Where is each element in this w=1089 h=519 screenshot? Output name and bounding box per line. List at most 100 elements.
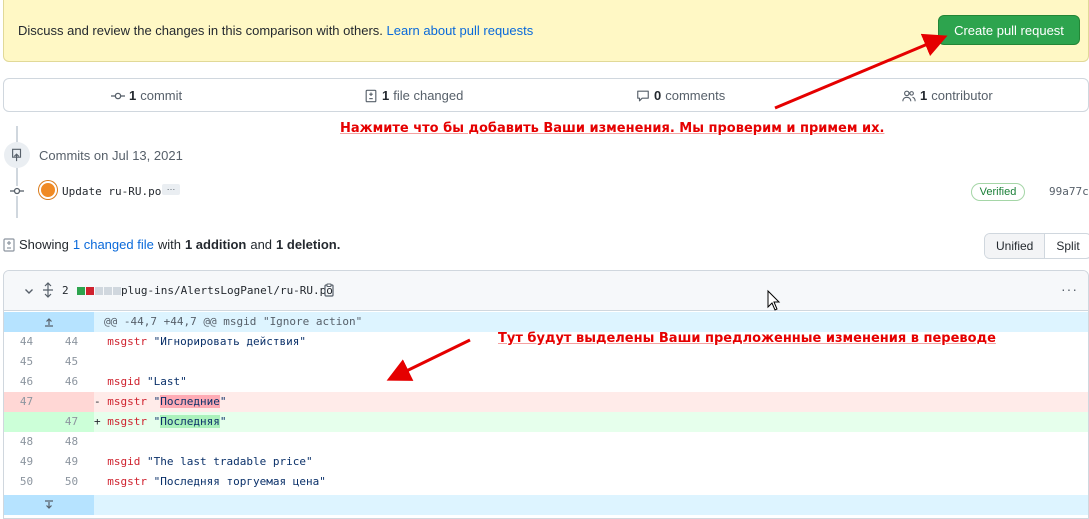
diff-line-context: 46 46 msgid "Last" [4, 372, 1088, 392]
showing-with: with [157, 237, 181, 252]
diffstat-neutral [113, 287, 121, 295]
diffstat-add [77, 287, 85, 295]
new-line-number[interactable]: 50 [49, 472, 94, 492]
diff-sign [94, 355, 101, 368]
changed-files-link[interactable]: 1 changed file [73, 237, 154, 252]
po-keyword: msgid [107, 455, 141, 468]
compare-banner: Discuss and review the changes in this c… [3, 0, 1089, 62]
learn-pull-requests-link[interactable]: Learn about pull requests [387, 23, 534, 38]
files-label: file changed [393, 88, 464, 103]
diff-sign: + [94, 415, 101, 428]
commit-expand-button[interactable]: … [162, 183, 180, 195]
diff-summary: Showing 1 changed file with 1 addition a… [3, 237, 340, 252]
files-count: 1 [382, 88, 390, 103]
changed-word: Последние [160, 395, 220, 408]
annotation-create-pr: Нажмите что бы добавить Ваши изменения. … [340, 121, 885, 136]
file-diff-icon [365, 89, 377, 102]
old-line-number[interactable]: 47 [4, 392, 49, 412]
banner-text: Discuss and review the changes in this c… [18, 23, 533, 38]
diff-change-count: 2 [62, 284, 69, 297]
unified-view-button[interactable]: Unified [985, 234, 1046, 258]
file-options-kebab-icon[interactable]: ··· [1061, 281, 1078, 297]
commits-label: commit [140, 88, 183, 103]
commit-sha-link[interactable]: 99a77cf [1049, 185, 1089, 198]
diff-line-context: 49 49 msgid "The last tradable price" [4, 452, 1088, 472]
stat-commits[interactable]: 1 commit [111, 88, 182, 103]
contributors-label: contributor [931, 88, 993, 103]
code-line: msgid "Last" [94, 372, 187, 392]
code-line: msgid "The last tradable price" [94, 452, 313, 472]
diff-line-context: 45 45 [4, 352, 1088, 372]
old-line-number[interactable] [4, 412, 49, 432]
commit-message-link[interactable]: Update ru-RU.po [62, 185, 161, 198]
old-line-number[interactable]: 46 [4, 372, 49, 392]
copy-icon[interactable] [323, 283, 335, 297]
file-path-link[interactable]: plug-ins/AlertsLogPanel/ru-RU.po [121, 284, 333, 297]
comments-count: 0 [654, 88, 662, 103]
old-line-number[interactable]: 44 [4, 332, 49, 352]
timeline-line [16, 126, 18, 218]
author-avatar[interactable] [39, 181, 57, 199]
split-view-button[interactable]: Split [1045, 234, 1089, 258]
po-keyword: msgstr [107, 475, 147, 488]
diff-sign [94, 475, 101, 488]
po-keyword: msgstr [107, 335, 147, 348]
diff-sign [94, 455, 101, 468]
quote: " [219, 415, 227, 428]
stat-comments[interactable]: 0 comments [636, 88, 725, 103]
po-string: "The last tradable price" [147, 455, 313, 468]
unfold-icon[interactable] [42, 282, 54, 298]
old-line-number[interactable]: 45 [4, 352, 49, 372]
quote: " [219, 395, 227, 408]
timeline-badge [4, 142, 30, 168]
diff-line-context: 48 48 [4, 432, 1088, 452]
hunk-header-text: @@ -44,7 +44,7 @@ msgid "Ignore action" [104, 315, 363, 328]
banner-description: Discuss and review the changes in this c… [18, 23, 383, 38]
create-pull-request-button[interactable]: Create pull request [938, 15, 1080, 45]
diff-line-context: 50 50 msgstr "Последняя торгуемая цена" [4, 472, 1088, 492]
commits-count: 1 [129, 88, 137, 103]
chevron-down-icon[interactable] [24, 286, 34, 296]
diff-sign [94, 375, 101, 388]
diff-view-toggle: Unified Split [984, 233, 1089, 259]
file-header: 2 plug-ins/AlertsLogPanel/ru-RU.po ··· [4, 271, 1088, 311]
old-line-number[interactable]: 49 [4, 452, 49, 472]
file-diff: 2 plug-ins/AlertsLogPanel/ru-RU.po ··· @… [3, 270, 1089, 519]
new-line-number[interactable]: 48 [49, 432, 94, 452]
people-icon [902, 90, 916, 101]
file-diff-icon [3, 237, 15, 252]
code-line: msgstr "Игнорировать действия" [94, 332, 306, 352]
expand-down-icon[interactable] [4, 495, 94, 515]
comments-label: comments [665, 88, 726, 103]
stat-files-changed[interactable]: 1 file changed [364, 88, 463, 103]
diff-sign [94, 335, 101, 348]
commit-node [10, 186, 24, 196]
po-string: "Игнорировать действия" [153, 335, 306, 348]
stat-contributors[interactable]: 1 contributor [902, 88, 993, 103]
diff-sign: - [94, 395, 101, 408]
diff-sign [94, 435, 101, 448]
new-line-number[interactable]: 44 [49, 332, 94, 352]
po-keyword: msgstr [107, 415, 147, 428]
deletions-count: 1 deletion. [276, 237, 341, 252]
old-line-number[interactable]: 50 [4, 472, 49, 492]
new-line-number[interactable] [49, 392, 94, 412]
annotation-diff-highlight: Тут будут выделены Ваши предложенные изм… [498, 331, 996, 346]
new-line-number[interactable]: 47 [49, 412, 94, 432]
code-line: msgstr "Последняя торгуемая цена" [94, 472, 326, 492]
showing-and: and [250, 237, 273, 252]
hunk-footer [4, 495, 1088, 515]
commits-date-heading: Commits on Jul 13, 2021 [39, 148, 183, 163]
verified-badge[interactable]: Verified [971, 183, 1025, 201]
old-line-number[interactable]: 48 [4, 432, 49, 452]
new-line-number[interactable]: 46 [49, 372, 94, 392]
new-line-number[interactable]: 49 [49, 452, 94, 472]
po-keyword: msgstr [107, 395, 147, 408]
contributors-count: 1 [920, 88, 928, 103]
new-line-number[interactable]: 45 [49, 352, 94, 372]
diffstat-del [86, 287, 94, 295]
additions-count: 1 addition [184, 237, 247, 252]
expand-up-icon[interactable] [4, 312, 94, 332]
diff-line-deleted: 47 - msgstr "Последние" [4, 392, 1088, 412]
po-string: "Последняя торгуемая цена" [153, 475, 326, 488]
